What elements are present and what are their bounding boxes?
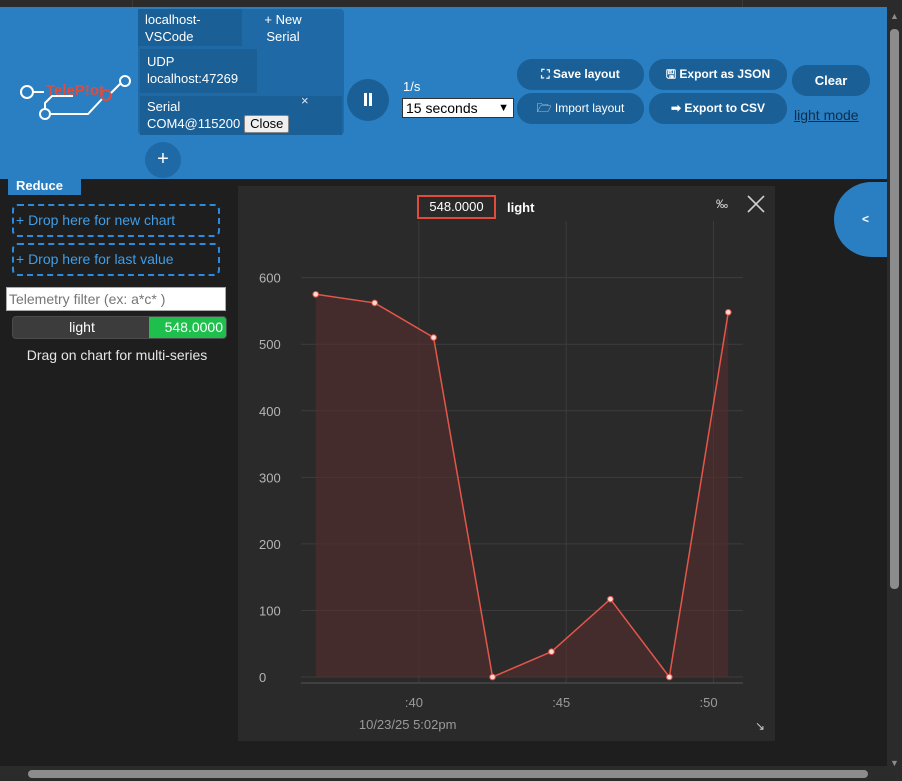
y-axis-labels: 0 100 200 300 400 500 600 [259,271,281,685]
connection-serial-detail: COM4@115200 [147,116,241,131]
pause-button[interactable] [347,79,389,121]
time-window-value: 15 seconds [406,100,478,116]
drop-last-value-zone[interactable]: + Drop here for last value [12,243,220,276]
y-tick-label: 300 [259,470,281,485]
import-layout-button[interactable]: 🗁 Import layout [517,93,644,124]
telemetry-item-light[interactable]: light 548.0000 [12,316,227,339]
connection-serial-text: Serial COM4@115200 Close [147,98,290,133]
divider [742,0,743,7]
update-rate: 1/s [403,79,421,94]
y-tick-label: 500 [259,337,281,352]
x-axis-date-label: 10/23/25 5:02pm [359,717,457,732]
export-csv-button[interactable]: ➡ Export to CSV [649,93,787,124]
export-json-button[interactable]: 🖫 Export as JSON [649,59,787,90]
connection-udp-text: UDP localhost:47269 [147,53,238,87]
divider [132,0,133,7]
x-tick-label: :40 [405,695,423,710]
collapse-panel-button[interactable]: < [834,182,894,257]
telemetry-app: TeleP!ot localhost- VSCode + New Serial … [0,0,902,781]
window-top-strip [0,0,902,7]
new-serial-label: + New [264,12,302,27]
close-chart-icon[interactable] [745,193,767,215]
series-area-fill [315,294,729,677]
telemetry-filter-input[interactable] [6,287,226,311]
remove-connection-icon[interactable]: × [301,93,309,108]
horizontal-scrollbar-thumb[interactable] [28,770,868,778]
y-tick-label: 100 [259,603,281,618]
logo-text: TeleP!ot [46,82,104,99]
resize-handle-icon[interactable]: ↘ [755,719,765,733]
data-point [724,308,732,316]
data-point [371,299,378,307]
logo-icon: TeleP!ot [20,75,131,120]
connection-udp-type: UDP [147,54,175,69]
y-tick-label: 200 [259,537,281,552]
connections-panel: localhost- VSCode + New Serial UDP local… [138,9,344,135]
current-value-badge: 548.0000 [417,195,496,219]
series-light [312,290,732,681]
add-connection-button[interactable]: + [145,142,181,178]
telemetry-name: light [69,319,95,335]
permille-toggle-icon[interactable]: ‰ [716,197,728,211]
new-serial-button[interactable]: + New Serial [248,11,318,45]
drop-new-chart-zone[interactable]: + Drop here for new chart [12,204,220,237]
new-serial-label2: Serial [266,29,300,44]
chevron-down-icon: ▼ [498,102,509,114]
scroll-down-icon[interactable]: ▼ [890,758,899,768]
serial-close-button[interactable]: Close [244,115,290,133]
data-point [607,595,614,603]
save-layout-button[interactable]: ⛶ Save layout [517,59,644,90]
connection-serial-type: Serial [147,99,181,114]
x-tick-label: :45 [552,695,570,710]
header-toolbar: TeleP!ot localhost- VSCode + New Serial … [0,7,887,179]
connection-vscode-line1: localhost- [145,12,201,27]
reduce-button[interactable]: Reduce [8,177,81,195]
connection-udp-detail: localhost:47269 [147,71,239,86]
x-tick-label: :50 [700,695,718,710]
drag-hint-text: Drag on chart for multi-series [26,347,208,363]
x-axis-labels: :40 :45 :50 [405,695,718,710]
horizontal-scrollbar[interactable] [0,766,887,781]
theme-toggle-link[interactable]: light mode [794,107,859,123]
vertical-scrollbar[interactable]: ▲ ▼ [887,7,902,781]
data-point [312,290,320,298]
data-point [548,648,555,656]
data-point [666,673,673,681]
y-tick-label: 400 [259,404,281,419]
connection-vscode-name: localhost- VSCode [145,11,201,45]
time-window-select[interactable]: 15 seconds ▼ [402,98,514,118]
scroll-up-icon[interactable]: ▲ [890,11,899,21]
y-tick-label: 600 [259,271,281,286]
data-point [430,334,437,341]
connection-vscode-line2: VSCode [145,29,194,44]
telemetry-value: 548.0000 [149,317,226,338]
telemetry-chart[interactable]: 0 100 200 300 400 500 600 :40 :45 :50 10/23/25 5… [238,186,775,741]
vertical-scrollbar-thumb[interactable] [890,29,899,589]
clear-button[interactable]: Clear [792,65,870,96]
series-name-label: light [507,200,535,215]
data-point [489,673,496,681]
y-tick-label: 0 [259,670,266,685]
